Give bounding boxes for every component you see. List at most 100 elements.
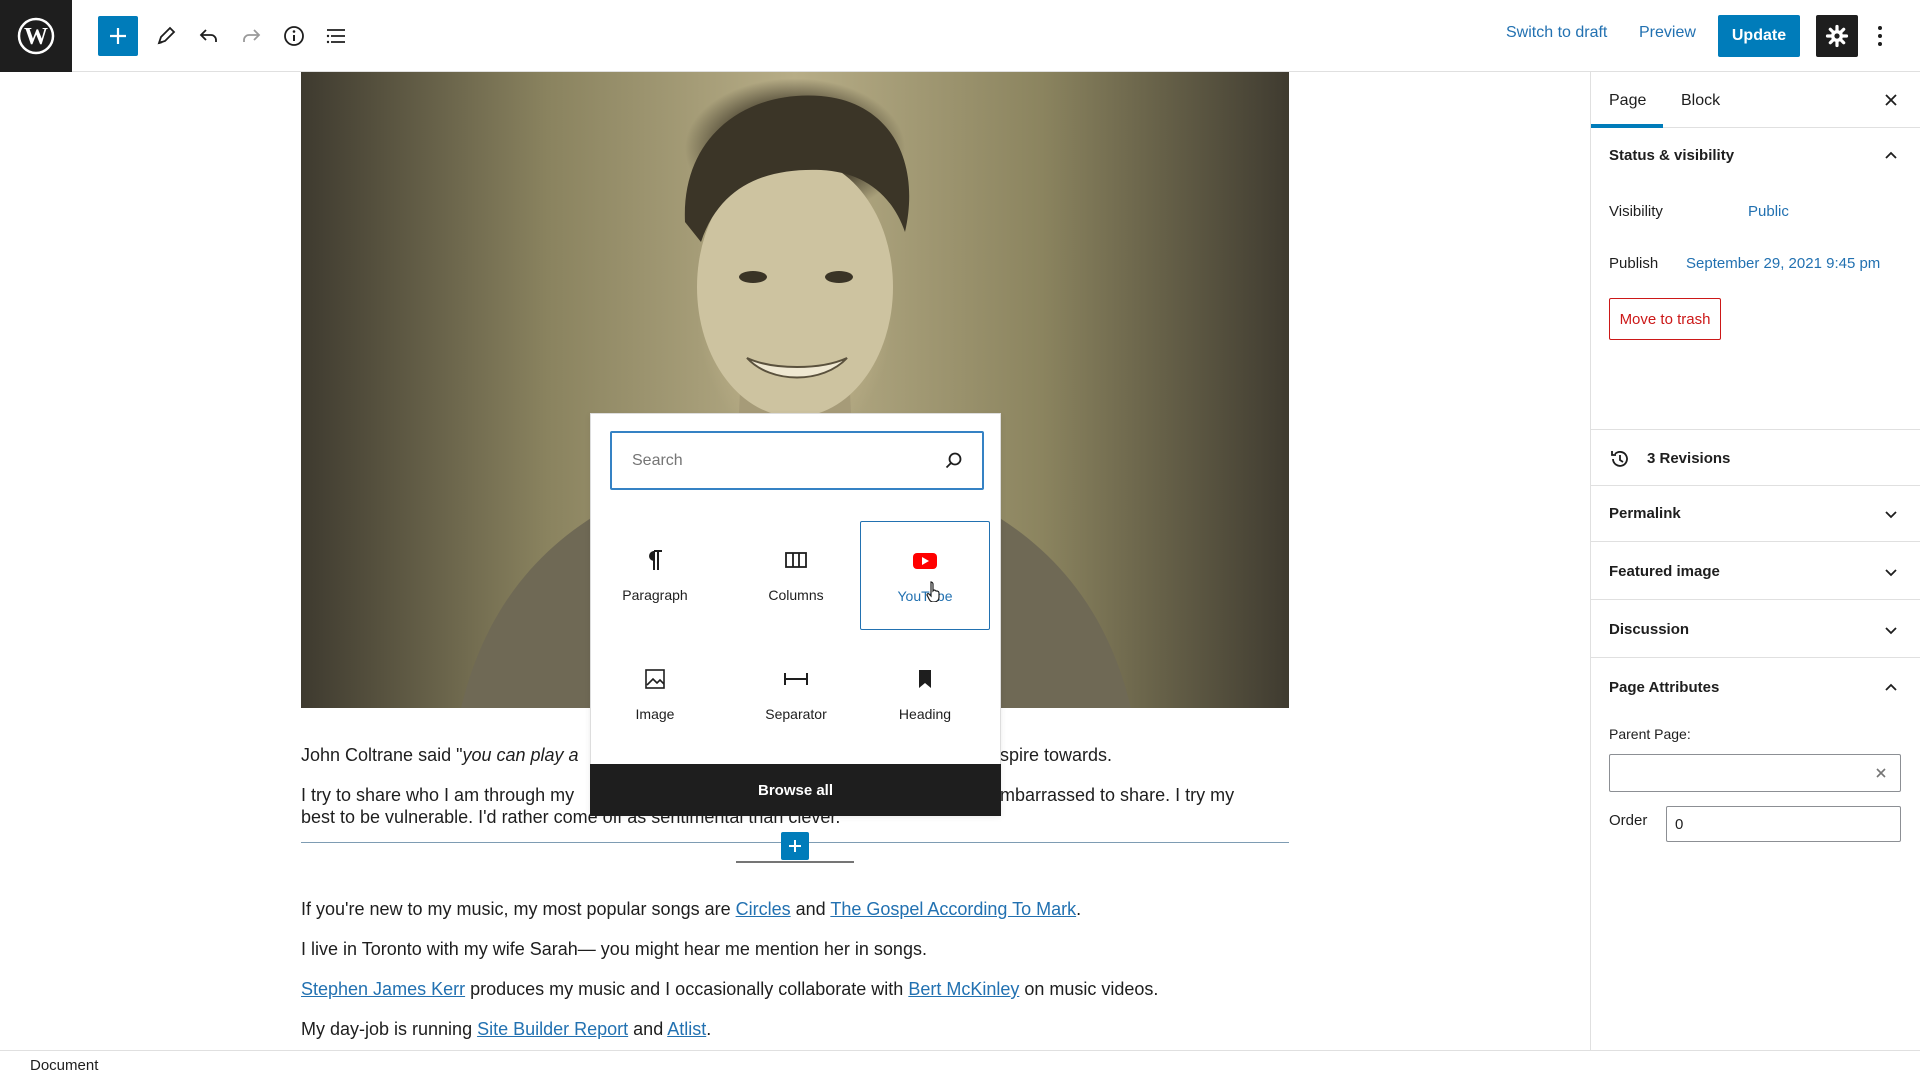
inserter-block-paragraph[interactable]: Paragraph xyxy=(590,521,720,630)
order-input[interactable]: 0 xyxy=(1666,806,1901,842)
inserter-block-image[interactable]: Image xyxy=(590,640,720,749)
text-fragment: and xyxy=(628,1019,668,1039)
link-atlist[interactable]: Atlist xyxy=(667,1019,706,1039)
cursor-hand-icon xyxy=(926,581,940,602)
clear-icon[interactable] xyxy=(1874,766,1888,780)
link-gospel-according-to-mark[interactable]: The Gospel According To Mark xyxy=(830,899,1076,919)
settings-sidebar: Page Block Status & visibility Visibilit… xyxy=(1590,72,1920,1050)
link-circles[interactable]: Circles xyxy=(736,899,791,919)
bookmark-icon xyxy=(919,670,931,688)
panel-title-featured-image: Featured image xyxy=(1609,563,1720,580)
youtube-icon xyxy=(913,553,937,569)
plus-icon xyxy=(789,840,801,852)
block-label: Paragraph xyxy=(622,587,688,603)
chevron-up-icon[interactable] xyxy=(1881,146,1901,166)
chevron-down-icon xyxy=(1885,627,1897,635)
panel-title-status-visibility[interactable]: Status & visibility xyxy=(1609,147,1734,164)
chevron-up-icon[interactable] xyxy=(1881,678,1901,698)
editor-top-toolbar: W Switch to draft Preview Update xyxy=(0,0,1920,72)
plus-icon xyxy=(110,28,126,44)
block-inserter-toggle-button[interactable] xyxy=(98,16,138,56)
order-label: Order xyxy=(1609,812,1648,829)
undo-icon xyxy=(199,29,217,42)
text-fragment: . xyxy=(706,1019,712,1039)
tab-page[interactable]: Page xyxy=(1609,92,1646,110)
block-label: Columns xyxy=(768,587,824,603)
info-icon xyxy=(284,26,304,46)
text-fragment: on music videos. xyxy=(1019,979,1159,999)
pencil-icon xyxy=(157,26,176,45)
undo-button[interactable] xyxy=(189,16,229,56)
list-view-button[interactable] xyxy=(316,16,356,56)
more-vertical-icon xyxy=(1878,26,1882,46)
redo-icon xyxy=(243,29,261,42)
link-stephen-james-kerr[interactable]: Stephen James Kerr xyxy=(301,979,465,999)
paragraph-popular-songs[interactable]: If you're new to my music, my most popul… xyxy=(301,898,1081,920)
status-visibility-panel: Status & visibility Visibility Public Pu… xyxy=(1591,128,1920,430)
switch-to-draft-button[interactable]: Switch to draft xyxy=(1506,24,1607,42)
visibility-label: Visibility xyxy=(1609,203,1663,220)
columns-icon xyxy=(785,552,807,568)
block-label: Image xyxy=(635,706,675,722)
list-view-icon xyxy=(326,29,345,44)
paragraph-icon xyxy=(649,550,662,570)
chevron-down-icon xyxy=(1885,569,1897,577)
breadcrumb-document[interactable]: Document xyxy=(30,1057,98,1074)
tab-block[interactable]: Block xyxy=(1681,92,1720,110)
link-bert-mckinley[interactable]: Bert McKinley xyxy=(908,979,1019,999)
panel-title-permalink: Permalink xyxy=(1609,505,1681,522)
discussion-panel[interactable]: Discussion xyxy=(1591,602,1920,658)
tools-button[interactable] xyxy=(146,16,186,56)
redo-button[interactable] xyxy=(231,16,271,56)
options-menu-button[interactable] xyxy=(1868,18,1892,54)
panel-title-page-attributes[interactable]: Page Attributes xyxy=(1609,679,1719,696)
gear-icon xyxy=(1825,24,1849,48)
quote-text-end: spire towards. xyxy=(1000,745,1113,765)
paragraph-toronto[interactable]: I live in Toronto with my wife Sarah— yo… xyxy=(301,938,927,960)
paragraph-day-job[interactable]: My day-job is running Site Builder Repor… xyxy=(301,1018,711,1040)
visibility-toggle[interactable]: Public xyxy=(1748,203,1789,220)
history-icon xyxy=(1611,451,1628,467)
revisions-row[interactable]: 3 Revisions xyxy=(1591,430,1920,486)
text-fragment: If you're new to my music, my most popul… xyxy=(301,899,736,919)
update-button[interactable]: Update xyxy=(1718,15,1800,57)
block-breadcrumb-footer: Document xyxy=(0,1050,1920,1080)
inserter-search-box[interactable] xyxy=(610,431,984,490)
browse-all-button[interactable]: Browse all xyxy=(590,764,1001,816)
inserter-block-separator[interactable]: Separator xyxy=(731,640,861,749)
paragraph-collaborators[interactable]: Stephen James Kerr produces my music and… xyxy=(301,978,1158,1000)
parent-page-combobox[interactable] xyxy=(1609,754,1901,792)
revisions-label: 3 Revisions xyxy=(1647,450,1731,467)
details-button[interactable] xyxy=(274,16,314,56)
settings-button[interactable] xyxy=(1816,15,1858,57)
inserter-block-heading[interactable]: Heading xyxy=(860,640,990,749)
preview-button[interactable]: Preview xyxy=(1639,24,1696,42)
text-fragment: and xyxy=(790,899,831,919)
sidebar-tabs: Page Block xyxy=(1591,72,1920,128)
publish-label: Publish xyxy=(1609,255,1659,272)
publish-date-toggle[interactable]: September 29, 2021 9:45 pm xyxy=(1686,255,1880,272)
wordpress-logo-button[interactable]: W xyxy=(0,0,72,72)
quote-text-start: John Coltrane said " xyxy=(301,745,463,765)
paragraph-quote[interactable]: John Coltrane said "you can play a xyxy=(301,744,579,766)
parent-page-label: Parent Page: xyxy=(1609,726,1691,742)
move-to-trash-button[interactable]: Move to trash xyxy=(1609,298,1721,340)
permalink-panel[interactable]: Permalink xyxy=(1591,486,1920,542)
image-icon xyxy=(645,669,665,689)
text-fragment: . xyxy=(1076,899,1082,919)
paragraph-share-end: mbarrassed to share. I try my xyxy=(1000,785,1235,805)
block-label: Heading xyxy=(898,706,952,722)
close-icon[interactable] xyxy=(1881,90,1901,110)
inserter-search-input[interactable] xyxy=(630,450,944,471)
inserter-block-youtube[interactable]: YouTube xyxy=(860,521,990,630)
wordpress-logo-icon: W xyxy=(17,17,55,55)
inserter-block-columns[interactable]: Columns xyxy=(731,521,861,630)
separator-icon xyxy=(784,673,808,685)
featured-image-panel[interactable]: Featured image xyxy=(1591,544,1920,600)
panel-title-discussion: Discussion xyxy=(1609,621,1690,638)
paragraph-share[interactable]: I try to share who I am through my xyxy=(301,784,574,806)
insertion-point-add-button[interactable] xyxy=(781,832,809,860)
link-site-builder-report[interactable]: Site Builder Report xyxy=(477,1019,628,1039)
quick-inserter-popover: Paragraph Columns YouTube Image Separato… xyxy=(590,413,1001,816)
insertion-indicator xyxy=(736,861,854,863)
